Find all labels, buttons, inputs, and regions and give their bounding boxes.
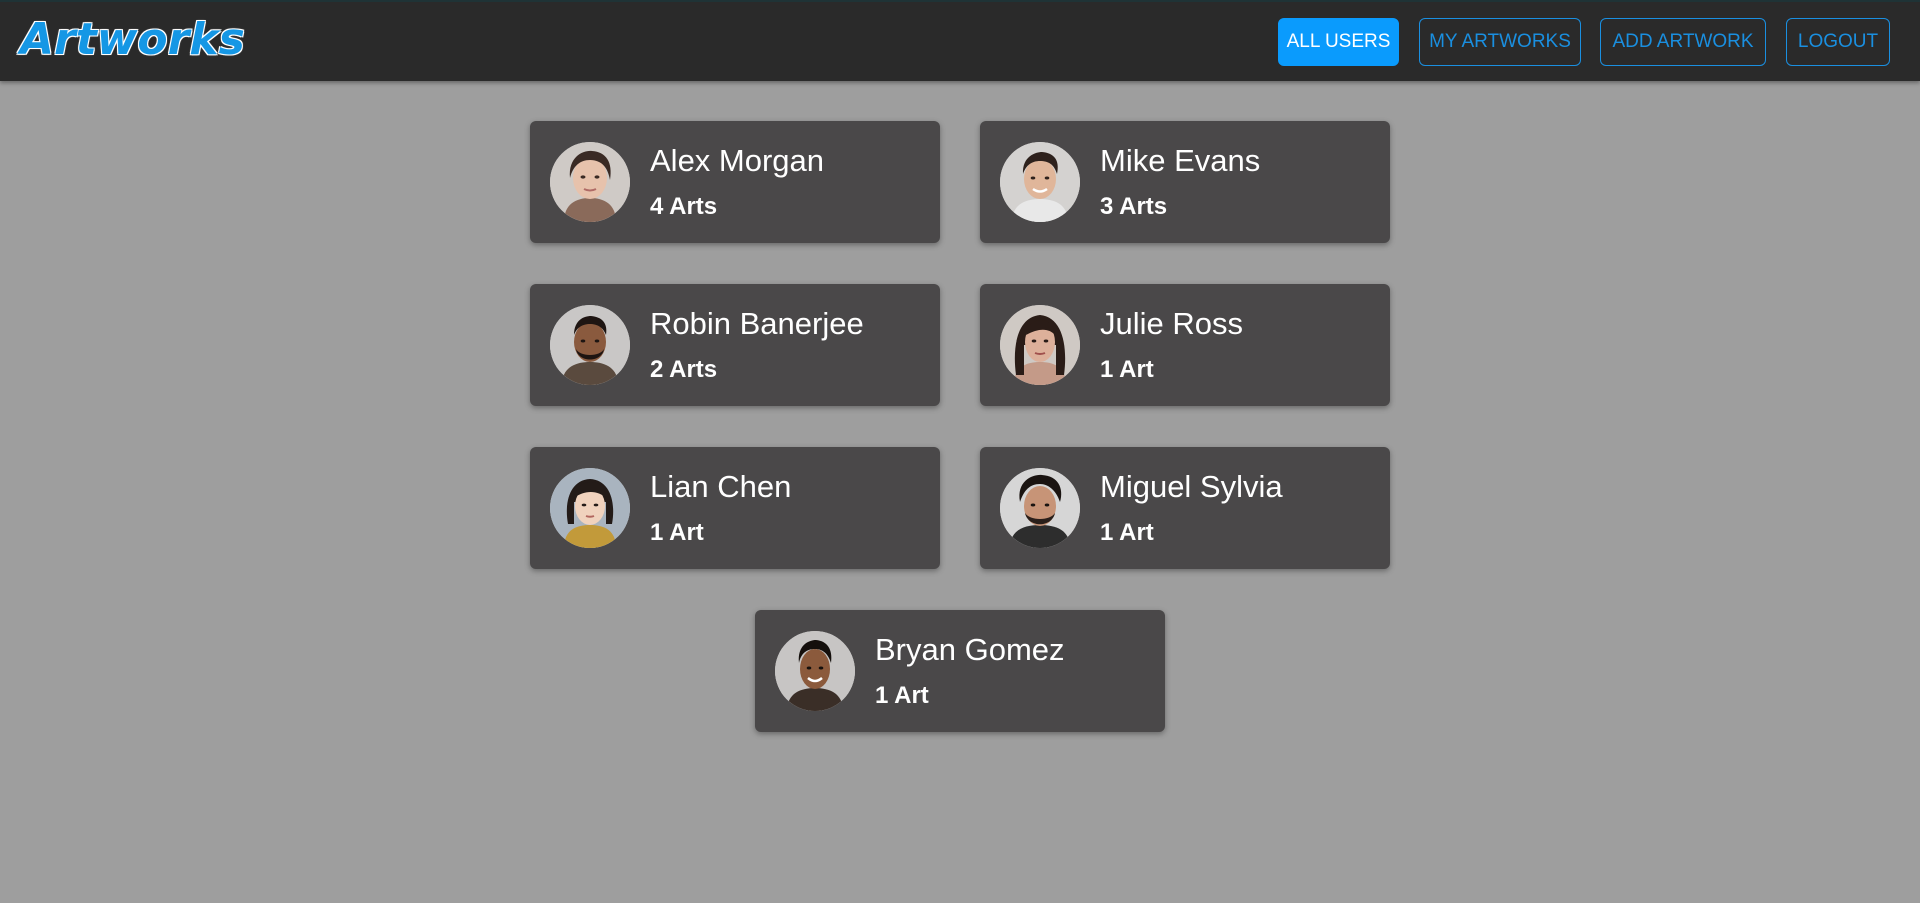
art-count: 3 Arts — [1100, 193, 1168, 220]
man-portrait-icon — [1000, 468, 1080, 548]
user-card[interactable]: Bryan Gomez 1 Art — [755, 610, 1165, 732]
art-count: 4 Arts — [650, 193, 718, 220]
add-artwork-button[interactable]: ADD ARTWORK — [1600, 18, 1766, 66]
avatar — [550, 305, 630, 385]
woman-portrait-icon — [550, 468, 630, 548]
woman-portrait-icon — [550, 142, 630, 222]
logout-button[interactable]: LOGOUT — [1786, 18, 1890, 66]
user-name: Bryan Gomez — [875, 632, 1065, 667]
avatar — [775, 631, 855, 711]
art-count: 1 Art — [1100, 356, 1154, 383]
user-name: Mike Evans — [1100, 143, 1261, 178]
user-card[interactable]: Lian Chen 1 Art — [530, 447, 940, 569]
user-card[interactable]: Miguel Sylvia 1 Art — [980, 447, 1390, 569]
user-name: Robin Banerjee — [650, 306, 864, 341]
my-artworks-button[interactable]: MY ARTWORKS — [1419, 18, 1581, 66]
top-navbar: Artworks ALL USERS MY ARTWORKS ADD ARTWO… — [0, 0, 1920, 81]
avatar — [1000, 468, 1080, 548]
user-card[interactable]: Mike Evans 3 Arts — [980, 121, 1390, 243]
avatar — [1000, 142, 1080, 222]
avatar — [550, 468, 630, 548]
user-card[interactable]: Julie Ross 1 Art — [980, 284, 1390, 406]
man-portrait-icon — [775, 631, 855, 711]
art-count: 1 Art — [650, 519, 704, 546]
art-count: 1 Art — [1100, 519, 1154, 546]
woman-portrait-icon — [1000, 305, 1080, 385]
user-card[interactable]: Alex Morgan 4 Arts — [530, 121, 940, 243]
user-name: Lian Chen — [650, 469, 792, 504]
user-name: Miguel Sylvia — [1100, 469, 1283, 504]
avatar — [550, 142, 630, 222]
art-count: 1 Art — [875, 682, 929, 709]
all-users-button[interactable]: ALL USERS — [1278, 18, 1399, 66]
user-name: Julie Ross — [1100, 306, 1243, 341]
avatar — [1000, 305, 1080, 385]
user-card[interactable]: Robin Banerjee 2 Arts — [530, 284, 940, 406]
art-count: 2 Arts — [650, 356, 718, 383]
brand-logo[interactable]: Artworks — [20, 14, 245, 65]
man-portrait-icon — [1000, 142, 1080, 222]
man-portrait-icon — [550, 305, 630, 385]
user-name: Alex Morgan — [650, 143, 825, 178]
